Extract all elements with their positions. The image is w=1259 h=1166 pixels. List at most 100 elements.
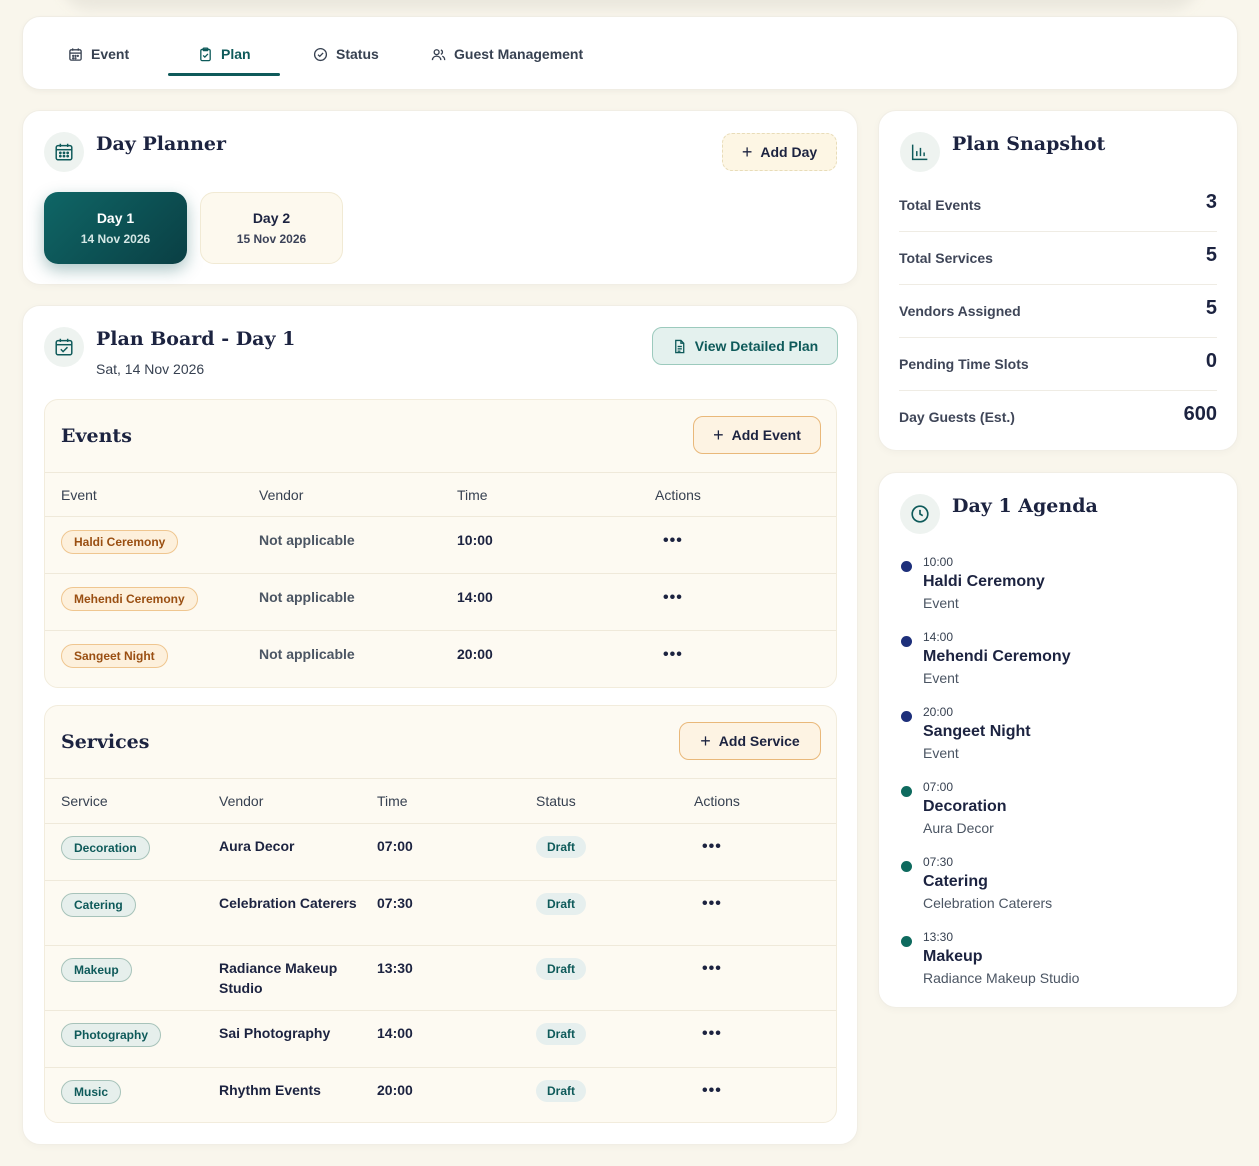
stat-value: 3 xyxy=(1205,191,1217,213)
status-badge: Draft xyxy=(536,1023,587,1045)
agenda-item: 13:30 Makeup Radiance Makeup Studio xyxy=(899,930,1219,1000)
add-event-button[interactable]: + Add Event xyxy=(693,416,821,454)
column-header-time: Time xyxy=(377,793,408,809)
stat-label: Day Guests (Est.) xyxy=(899,409,1015,425)
agenda-time: 14:00 xyxy=(923,630,954,644)
divider xyxy=(45,516,836,517)
service-vendor: Radiance Makeup Studio xyxy=(219,960,338,996)
divider xyxy=(45,573,836,574)
column-header-service: Service xyxy=(61,793,108,809)
column-header-vendor: Vendor xyxy=(219,793,264,809)
agenda-item: 20:00 Sangeet Night Event xyxy=(899,705,1219,775)
calendar-icon xyxy=(55,143,73,161)
more-actions-icon[interactable]: ••• xyxy=(702,960,722,978)
column-header-actions: Actions xyxy=(694,793,740,809)
status-badge: Draft xyxy=(536,836,587,858)
more-actions-icon[interactable]: ••• xyxy=(702,1025,722,1043)
stat-value: 5 xyxy=(1205,297,1217,319)
divider xyxy=(45,472,836,473)
stat-value: 5 xyxy=(1205,244,1217,266)
services-section: Services + Add Service Service Vendor Ti… xyxy=(44,705,837,1123)
active-tab-indicator xyxy=(168,73,280,76)
agenda-item-title: Decoration xyxy=(923,798,1007,815)
day-planner-icon-wrap xyxy=(44,132,84,172)
service-tag: Catering xyxy=(61,893,136,917)
plus-icon: + xyxy=(713,425,724,445)
agenda-item-sub: Radiance Makeup Studio xyxy=(923,970,1080,986)
stat-value: 0 xyxy=(1205,350,1217,372)
tab-status[interactable]: Status xyxy=(313,17,379,91)
tab-event-label: Event xyxy=(91,46,130,62)
agenda-card: Day 1 Agenda 10:00 Haldi Ceremony Event … xyxy=(878,472,1238,1008)
day-pill-label: Day 2 xyxy=(252,210,291,226)
stat-value: 600 xyxy=(1183,403,1217,425)
event-vendor: Not applicable xyxy=(259,589,355,605)
stat-label: Total Services xyxy=(899,250,993,266)
agenda-item-title: Haldi Ceremony xyxy=(923,573,1045,590)
agenda-item-sub: Event xyxy=(923,745,959,761)
agenda-time: 07:30 xyxy=(923,855,954,869)
plan-snapshot-card: Plan Snapshot Total Events 3 Total Servi… xyxy=(878,110,1238,451)
status-badge: Draft xyxy=(536,958,587,980)
service-dot xyxy=(901,786,912,797)
stat-label: Total Events xyxy=(899,197,982,213)
plan-board-date: Sat, 14 Nov 2026 xyxy=(96,361,205,377)
more-actions-icon[interactable]: ••• xyxy=(663,589,683,607)
tab-bar: Event Plan Status Guest Management xyxy=(22,16,1238,90)
stat-row: Day Guests (Est.) 600 xyxy=(899,391,1217,444)
status-badge: Draft xyxy=(536,1080,587,1102)
day-planner-title: Day Planner xyxy=(96,133,226,155)
column-header-time: Time xyxy=(457,487,488,503)
plan-board-card: Plan Board - Day 1 Sat, 14 Nov 2026 View… xyxy=(22,305,858,1145)
stat-row: Pending Time Slots 0 xyxy=(899,338,1217,391)
agenda-icon-wrap xyxy=(900,494,940,534)
more-actions-icon[interactable]: ••• xyxy=(702,1082,722,1100)
more-actions-icon[interactable]: ••• xyxy=(663,646,683,664)
event-vendor: Not applicable xyxy=(259,532,355,548)
column-header-actions: Actions xyxy=(655,487,701,503)
document-icon xyxy=(674,339,685,353)
event-dot xyxy=(901,561,912,572)
service-time: 14:00 xyxy=(377,1025,413,1041)
snapshot-icon-wrap xyxy=(900,132,940,172)
tab-event[interactable]: Event xyxy=(68,17,129,91)
tab-plan-label: Plan xyxy=(221,46,251,62)
more-actions-icon[interactable]: ••• xyxy=(702,895,722,913)
agenda-item-sub: Event xyxy=(923,595,959,611)
plan-board-icon-wrap xyxy=(44,327,84,367)
tab-plan[interactable]: Plan xyxy=(198,17,251,91)
agenda-item-title: Sangeet Night xyxy=(923,723,1031,740)
stat-row: Vendors Assigned 5 xyxy=(899,285,1217,338)
event-tag: Sangeet Night xyxy=(61,644,168,668)
tab-guest-management[interactable]: Guest Management xyxy=(431,17,583,91)
add-service-label: Add Service xyxy=(718,733,800,749)
check-circle-icon xyxy=(313,47,328,61)
add-service-button[interactable]: + Add Service xyxy=(679,722,821,760)
day-pill-label: Day 1 xyxy=(96,210,135,226)
stat-row: Total Events 3 xyxy=(899,179,1217,232)
agenda-item: 10:00 Haldi Ceremony Event xyxy=(899,555,1219,625)
day-pill-2[interactable]: Day 2 15 Nov 2026 xyxy=(200,192,343,264)
divider xyxy=(45,823,836,824)
calendar-icon xyxy=(69,47,82,61)
view-detailed-plan-label: View Detailed Plan xyxy=(694,338,819,354)
service-tag: Photography xyxy=(61,1023,161,1047)
day-pill-1[interactable]: Day 1 14 Nov 2026 xyxy=(44,192,187,264)
snapshot-title: Plan Snapshot xyxy=(952,133,1106,155)
agenda-item-title: Mehendi Ceremony xyxy=(923,648,1071,665)
add-day-button[interactable]: + Add Day xyxy=(722,133,837,171)
clipboard-check-icon xyxy=(200,46,211,61)
agenda-item: 07:30 Catering Celebration Caterers xyxy=(899,855,1219,925)
event-time: 20:00 xyxy=(457,646,493,662)
service-tag: Decoration xyxy=(61,836,150,860)
view-detailed-plan-button[interactable]: View Detailed Plan xyxy=(652,327,838,365)
top-shadow xyxy=(60,0,1200,10)
services-title: Services xyxy=(61,731,150,753)
more-actions-icon[interactable]: ••• xyxy=(663,532,683,550)
agenda-item-sub: Aura Decor xyxy=(923,820,994,836)
event-tag: Haldi Ceremony xyxy=(61,530,179,554)
agenda-item: 14:00 Mehendi Ceremony Event xyxy=(899,630,1219,700)
more-actions-icon[interactable]: ••• xyxy=(702,838,722,856)
column-header-event: Event xyxy=(61,487,97,503)
service-vendor: Aura Decor xyxy=(219,838,295,854)
